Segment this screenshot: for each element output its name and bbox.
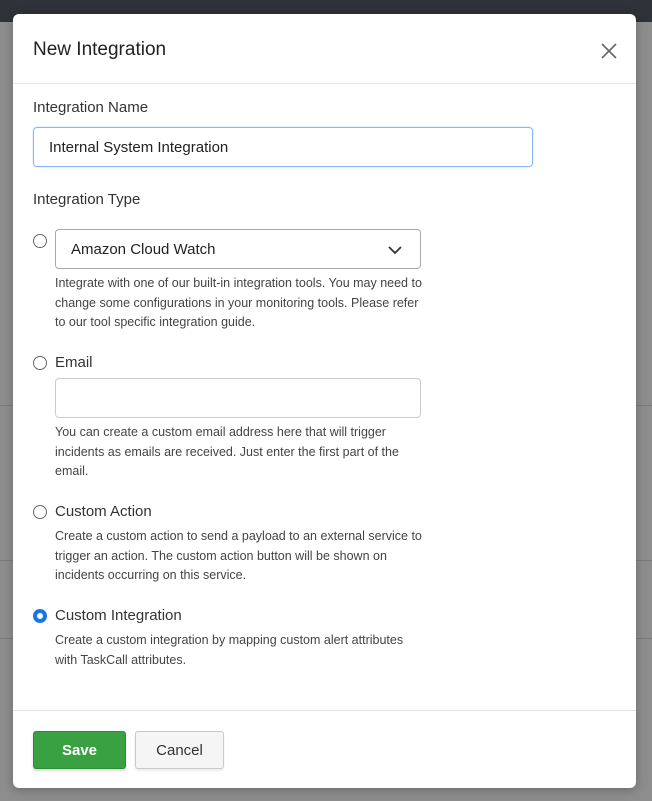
- chevron-down-icon: [388, 246, 402, 255]
- radio-custom-integration[interactable]: [33, 609, 47, 623]
- radio-email[interactable]: [33, 356, 47, 370]
- close-button[interactable]: [597, 39, 621, 63]
- modal-header: New Integration: [13, 14, 636, 84]
- new-integration-modal: New Integration Integration Name Integra…: [13, 14, 636, 788]
- custom-action-help-text: Create a custom action to send a payload…: [55, 529, 422, 582]
- modal-footer: Save Cancel: [13, 710, 636, 788]
- email-option-label: Email: [55, 354, 93, 371]
- integration-tool-select[interactable]: Amazon Cloud Watch: [55, 229, 421, 269]
- custom-integration-option-label: Custom Integration: [55, 607, 182, 624]
- custom-integration-help-text: Create a custom integration by mapping c…: [55, 633, 404, 667]
- integration-tool-select-value: Amazon Cloud Watch: [71, 241, 216, 258]
- builtin-tool-help-text: Integrate with one of our built-in integ…: [55, 276, 422, 329]
- save-button[interactable]: Save: [33, 731, 126, 769]
- integration-name-label: Integration Name: [33, 99, 149, 116]
- modal-title: New Integration: [33, 39, 167, 60]
- close-icon: [601, 43, 617, 59]
- email-help-text: You can create a custom email address he…: [55, 425, 399, 478]
- integration-type-label: Integration Type: [33, 191, 141, 208]
- custom-action-option-label: Custom Action: [55, 503, 152, 520]
- radio-builtin-tool[interactable]: [33, 234, 47, 248]
- radio-custom-action[interactable]: [33, 505, 47, 519]
- email-input[interactable]: [55, 378, 421, 418]
- cancel-button[interactable]: Cancel: [135, 731, 224, 769]
- integration-name-input[interactable]: [33, 127, 533, 167]
